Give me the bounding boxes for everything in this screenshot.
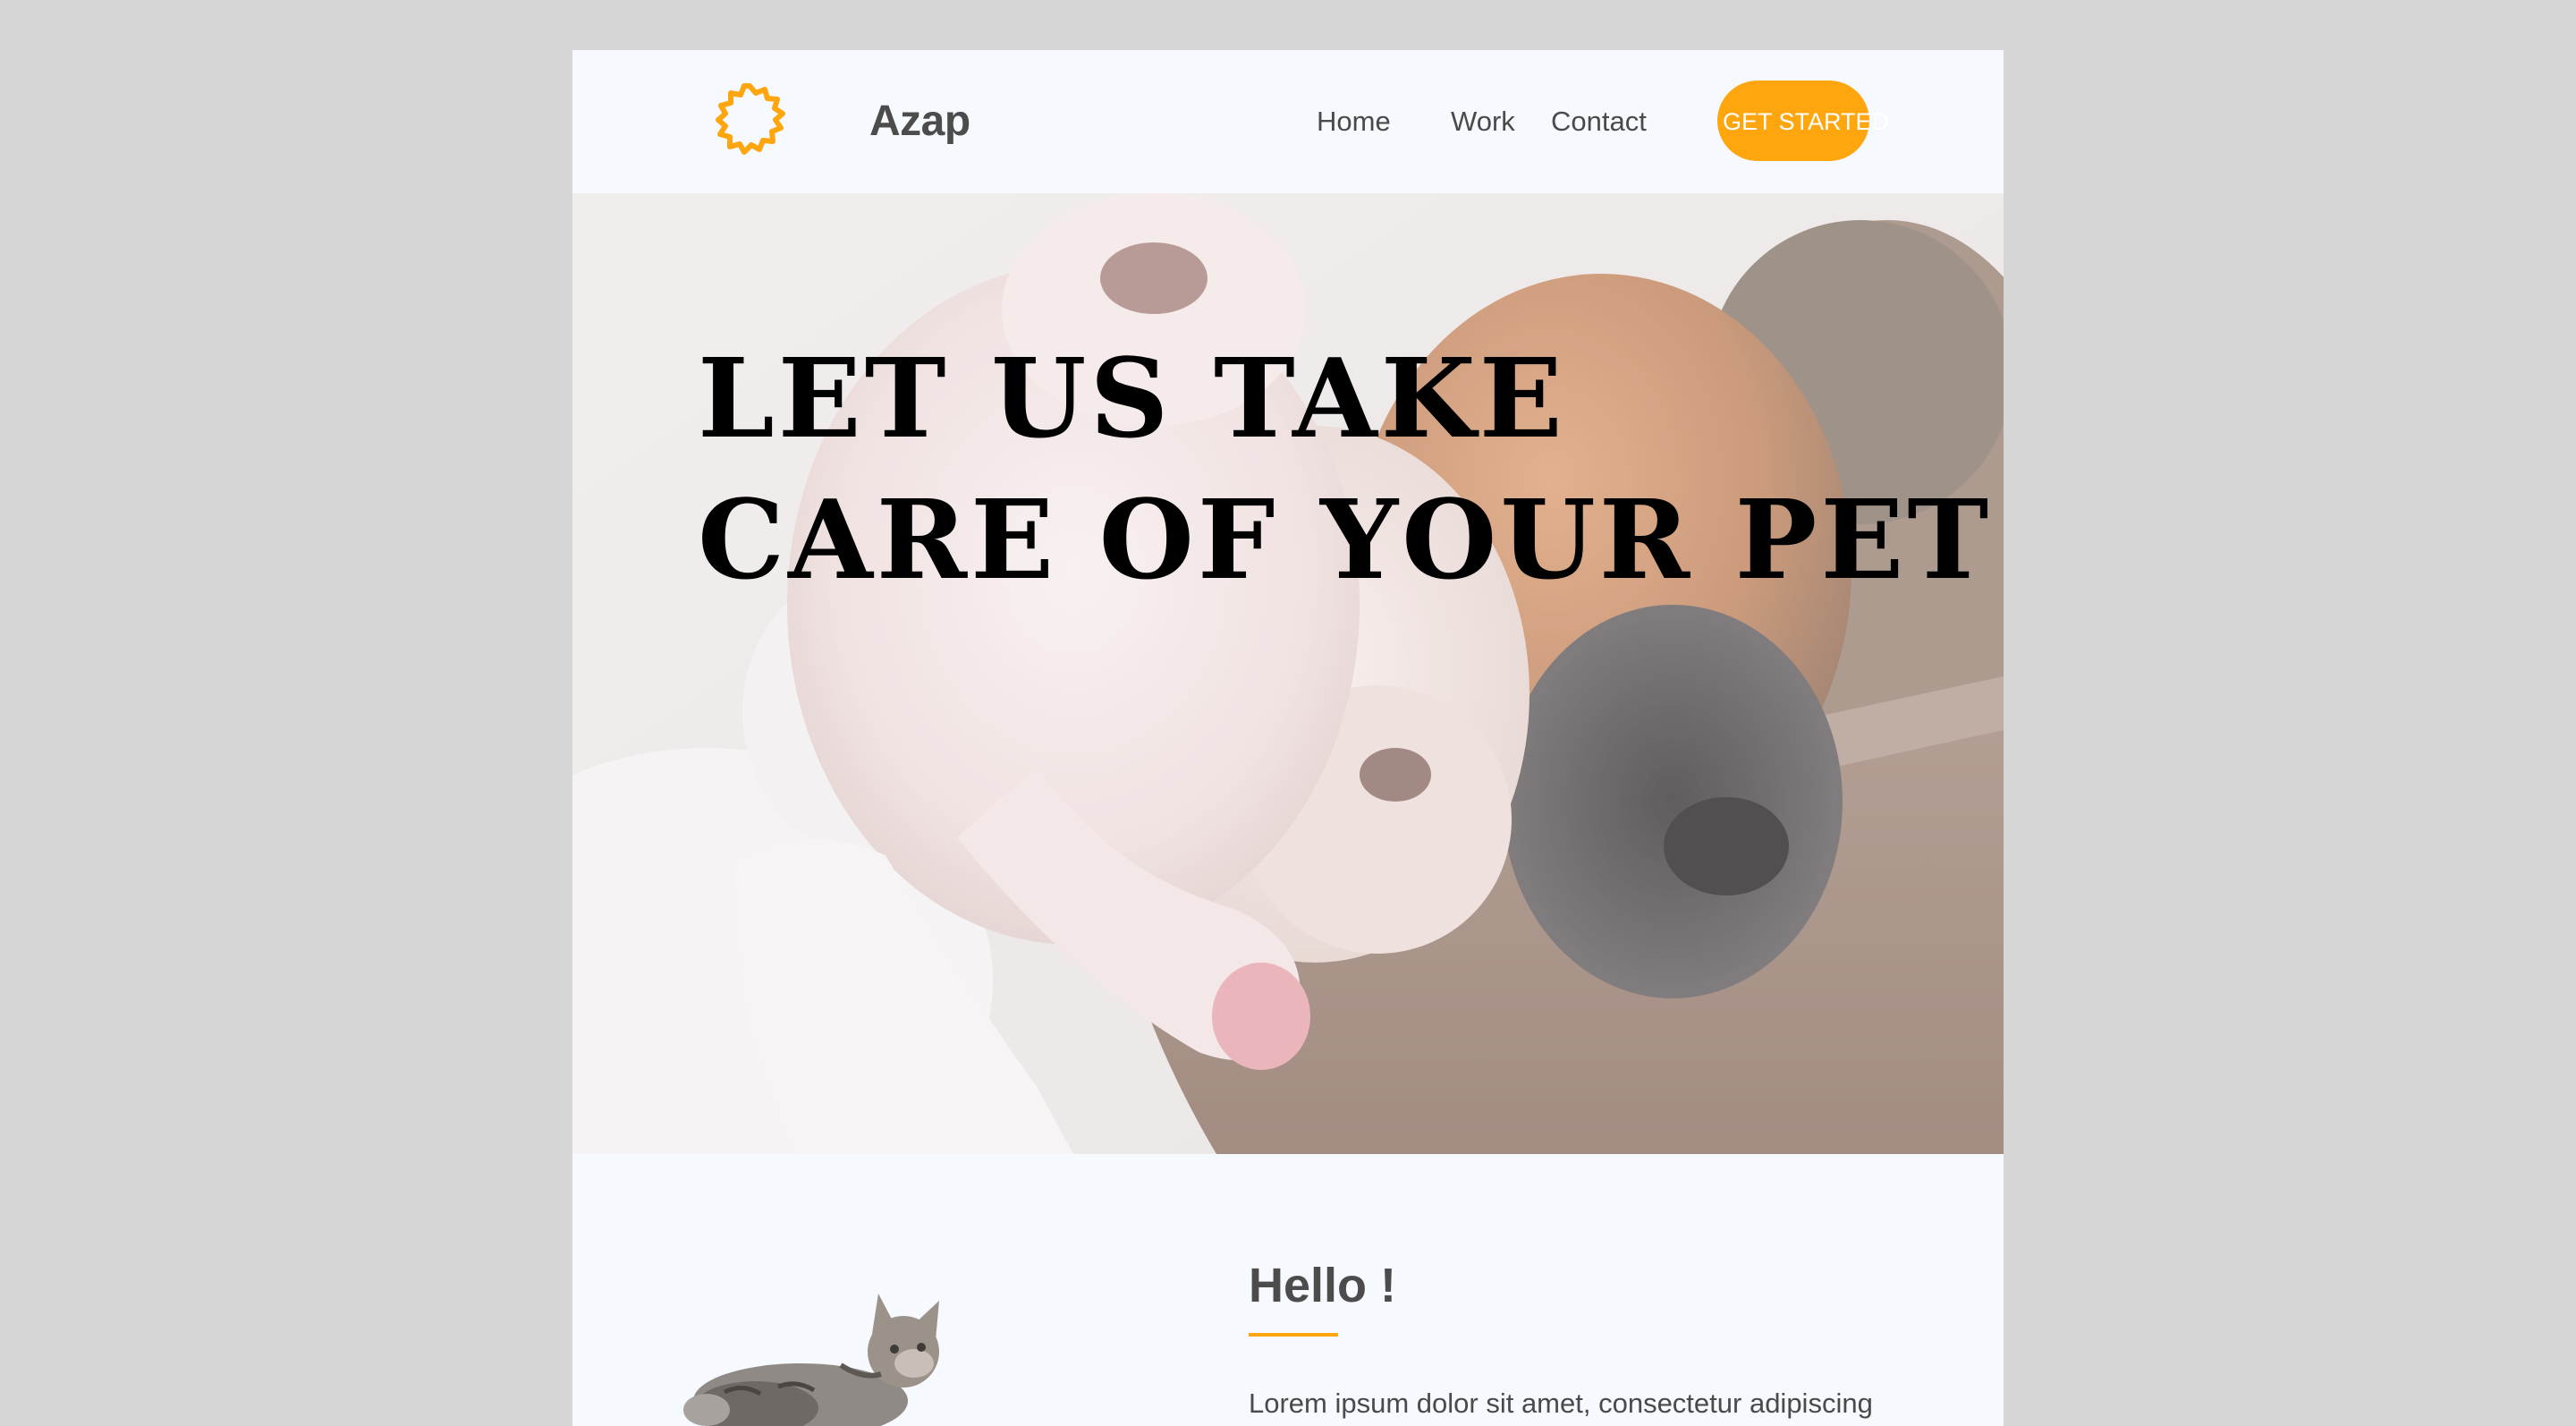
nav-work-link[interactable]: Work (1451, 89, 1515, 154)
title-underline (1249, 1333, 1338, 1337)
get-started-button[interactable]: GET STARTED (1717, 81, 1889, 161)
sun-logo-icon[interactable] (710, 82, 789, 161)
hero-section: LET US TAKE CARE OF YOUR PET (572, 193, 2004, 1154)
page: Azap Home Work Contact GET STARTED LET U… (572, 50, 2004, 1426)
hero-title-line-1: LET US TAKE (698, 334, 1566, 463)
intro-title: Hello ! (1249, 1259, 1397, 1312)
nav-contact-link[interactable]: Contact (1551, 89, 1647, 154)
site-header: Azap Home Work Contact GET STARTED (572, 50, 2004, 193)
nav-home-link[interactable]: Home (1317, 89, 1391, 154)
hero-title: LET US TAKE CARE OF YOUR PET (698, 327, 1992, 610)
hero-title-line-2: CARE OF YOUR PET (698, 475, 1993, 604)
brand-name[interactable]: Azap (869, 89, 970, 154)
cat-image (683, 1294, 939, 1426)
intro-text: Lorem ipsum dolor sit amet, consectetur … (1249, 1388, 1873, 1419)
